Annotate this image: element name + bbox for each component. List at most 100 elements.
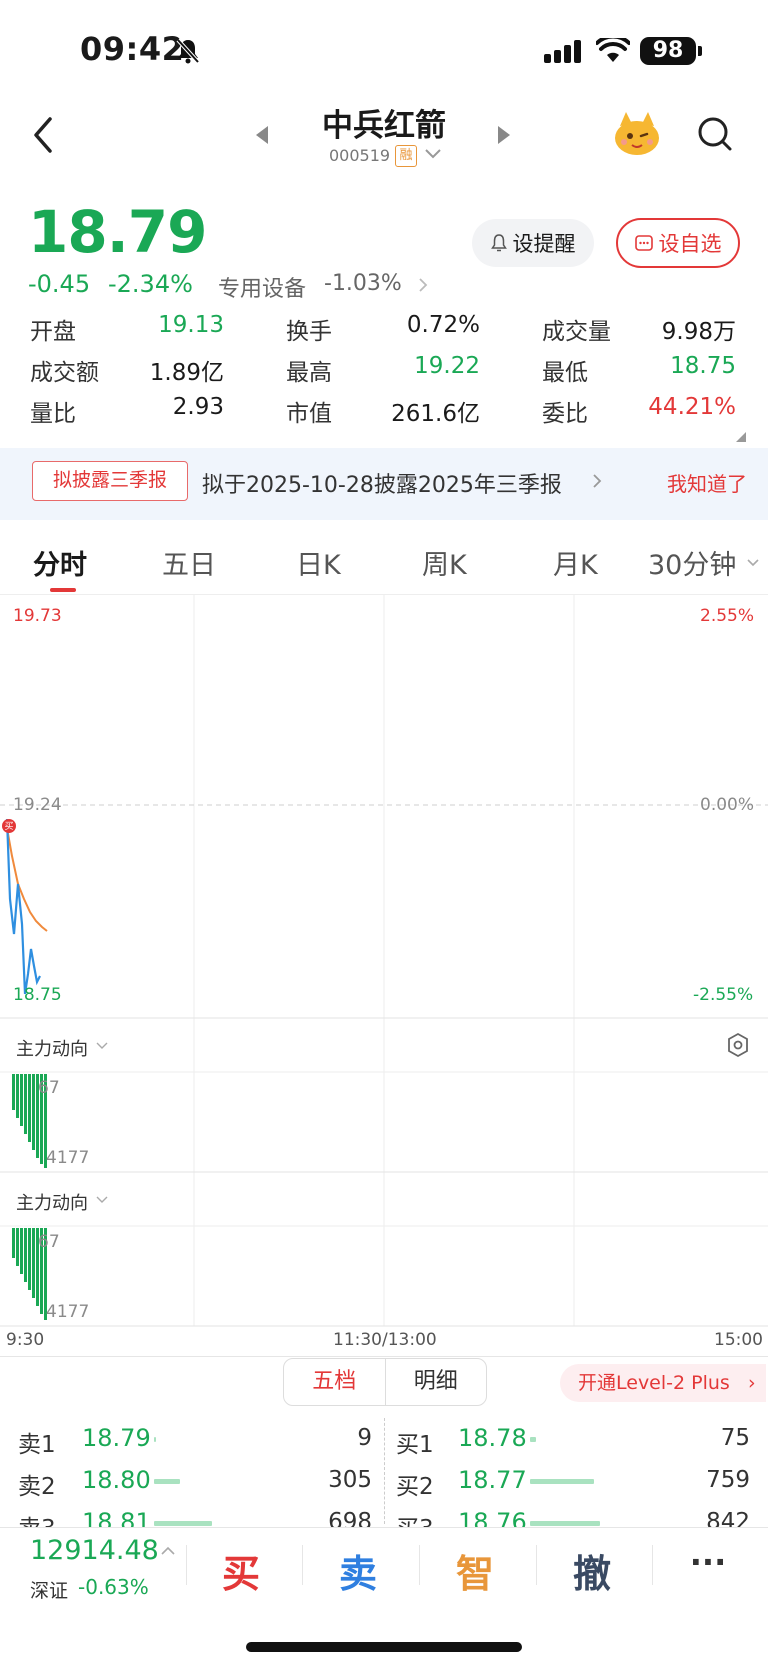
bid-price-2[interactable]: 18.77 — [458, 1466, 527, 1494]
index-name: 深证 — [30, 1580, 69, 1602]
mascot-icon[interactable] — [612, 108, 662, 158]
chevron-right-icon — [419, 278, 428, 292]
tab-daily-k[interactable]: 日K — [296, 543, 341, 582]
stat-label-market-cap: 市值 — [286, 401, 332, 427]
ask-label-2: 卖2 — [18, 1474, 56, 1500]
watchlist-icon — [634, 235, 653, 251]
tab-monthly-k[interactable]: 月K — [553, 543, 598, 582]
ask-price-2[interactable]: 18.80 — [82, 1466, 151, 1494]
bid-qty-1: 75 — [720, 1425, 750, 1451]
action-separator — [419, 1545, 420, 1585]
notice-dismiss-button[interactable]: 我知道了 — [667, 468, 747, 497]
bid-label-1: 买1 — [396, 1432, 434, 1458]
bell-icon — [490, 234, 507, 252]
stat-label-amount: 成交额 — [30, 360, 99, 386]
chart-price-mid: 19.24 — [13, 795, 62, 815]
chart-pct-mid: 0.00% — [700, 795, 755, 815]
stat-value-amount: 1.89亿 — [149, 360, 224, 386]
stock-code: 000519 — [329, 146, 391, 165]
buy-button[interactable]: 买 — [201, 1543, 281, 1598]
back-arrow-icon[interactable] — [30, 115, 56, 155]
price-line — [5, 818, 41, 995]
bid-bar-3 — [530, 1521, 600, 1526]
divider — [0, 1356, 768, 1357]
set-alert-button[interactable]: 设提醒 — [472, 219, 594, 267]
wifi-icon — [596, 38, 630, 62]
status-time: 09:42 — [80, 30, 185, 68]
stat-label-low: 最低 — [542, 360, 588, 386]
index-change: -0.63% — [78, 1575, 149, 1599]
chevron-down-icon[interactable] — [96, 1196, 108, 1204]
chart-price-high: 19.73 — [13, 606, 62, 626]
home-indicator[interactable] — [246, 1642, 522, 1652]
tab-weekly-k[interactable]: 周K — [422, 543, 467, 582]
chart-pct-high: 2.55% — [700, 606, 755, 626]
orderbook-divider — [384, 1418, 385, 1524]
chevron-down-icon[interactable] — [424, 148, 442, 160]
trade-marker-label: 买 — [4, 822, 14, 832]
settings-hexagon-icon[interactable] — [726, 1032, 750, 1058]
notice-tag: 拟披露三季报 — [32, 461, 188, 501]
search-icon[interactable] — [696, 115, 734, 155]
smart-trade-button[interactable]: 智 — [435, 1543, 515, 1598]
stat-label-order-ratio: 委比 — [542, 401, 588, 427]
chevron-up-icon[interactable] — [160, 1546, 176, 1556]
ask-label-1: 卖1 — [18, 1432, 56, 1458]
index-value[interactable]: 12914.48 — [30, 1535, 159, 1566]
stat-label-high: 最高 — [286, 360, 332, 386]
time-mid: 11:30/13:00 — [333, 1330, 437, 1350]
indicator-2-bottom: 4177 — [46, 1302, 90, 1322]
level2-label: 开通Level-2 Plus — [578, 1372, 730, 1394]
ask-qty-1: 9 — [357, 1425, 372, 1451]
chart-price-low: 18.75 — [13, 985, 62, 1005]
ask-price-1[interactable]: 18.79 — [82, 1424, 151, 1452]
chevron-down-icon[interactable] — [96, 1042, 108, 1050]
battery-nub — [698, 46, 702, 56]
indicator-1-top: 67 — [38, 1078, 60, 1098]
orderbook-tabs[interactable]: 五档 明细 — [283, 1358, 487, 1406]
more-button[interactable]: ··· — [668, 1543, 748, 1581]
cancel-order-button[interactable]: 撤 — [552, 1543, 632, 1598]
prev-stock-icon[interactable] — [254, 124, 270, 146]
price-change-pct: -2.34% — [108, 270, 193, 298]
stat-label-volume: 成交量 — [542, 319, 611, 345]
notice-text[interactable]: 拟于2025-10-28披露2025年三季报 — [202, 467, 562, 499]
bid-price-1[interactable]: 18.78 — [458, 1424, 527, 1452]
bid-label-2: 买2 — [396, 1474, 434, 1500]
expand-corner-icon[interactable] — [736, 432, 746, 442]
stat-value-order-ratio: 44.21% — [648, 394, 736, 420]
bid-qty-2: 759 — [706, 1467, 750, 1493]
indicator-label-2[interactable]: 主力动向 — [16, 1189, 88, 1215]
bid-bar-2 — [530, 1479, 594, 1484]
intraday-chart[interactable] — [0, 594, 768, 1334]
tab-five-levels[interactable]: 五档 — [284, 1359, 385, 1405]
action-separator — [652, 1545, 653, 1585]
set-alert-label: 设提醒 — [512, 232, 576, 256]
chevron-right-icon — [593, 474, 602, 488]
add-watchlist-button[interactable]: 设自选 — [616, 218, 740, 268]
action-separator — [536, 1545, 537, 1585]
ask-bar-1 — [154, 1437, 156, 1442]
industry-name[interactable]: 专用设备 — [218, 271, 306, 303]
sell-button[interactable]: 卖 — [318, 1543, 398, 1598]
add-watchlist-label: 设自选 — [658, 232, 722, 256]
current-price: 18.79 — [28, 198, 207, 266]
battery-indicator: 98 — [640, 37, 696, 65]
indicator-label-1[interactable]: 主力动向 — [16, 1035, 88, 1061]
tab-intraday[interactable]: 分时 — [33, 543, 87, 582]
industry-change-pct[interactable]: -1.03% — [324, 271, 402, 296]
tab-30min[interactable]: 30分钟 — [648, 543, 736, 582]
chevron-down-icon[interactable] — [746, 558, 760, 568]
level2-upgrade-button[interactable]: 开通Level-2 Plus › — [560, 1364, 766, 1402]
stat-label-turnover: 换手 — [286, 319, 332, 345]
stat-value-market-cap: 261.6亿 — [391, 401, 480, 427]
chart-pct-low: -2.55% — [693, 985, 754, 1005]
tab-five-day[interactable]: 五日 — [162, 543, 216, 582]
stat-label-volume-ratio: 量比 — [30, 401, 76, 427]
time-start: 9:30 — [6, 1330, 45, 1350]
margin-trading-badge: 融 — [395, 145, 417, 167]
ask-bar-3 — [154, 1521, 212, 1526]
next-stock-icon[interactable] — [496, 124, 512, 146]
indicator-2-top: 67 — [38, 1232, 60, 1252]
tab-details[interactable]: 明细 — [386, 1359, 487, 1405]
